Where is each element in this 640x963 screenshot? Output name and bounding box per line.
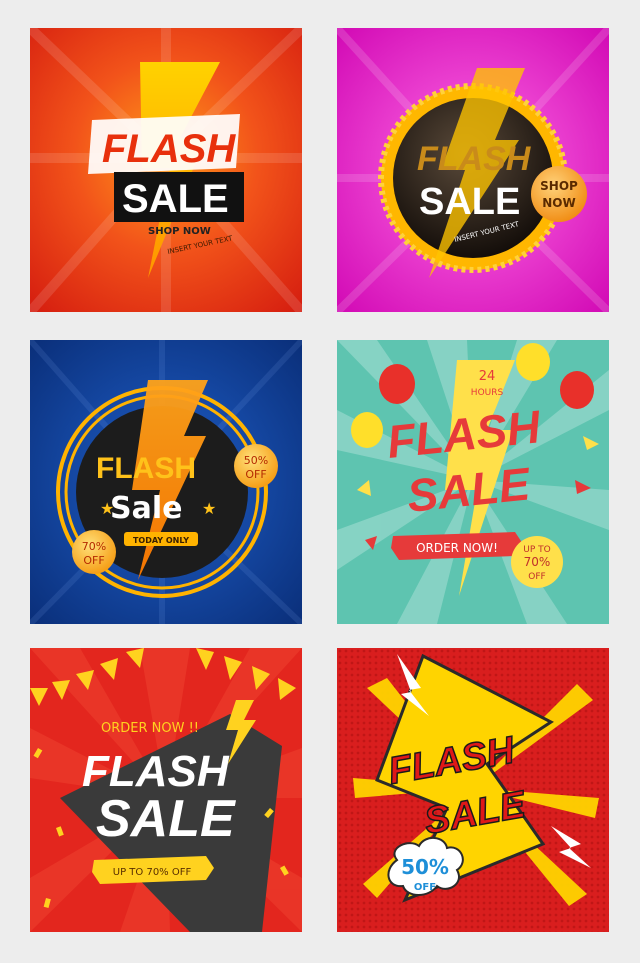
title-line-1: FLASH	[96, 452, 196, 485]
flash-sale-banner-6: FLASH SALE 50% OFF	[337, 648, 609, 932]
flash-sale-banner-4: 24 HOURS FLASH SALE ORDER NOW! UP TO 70%…	[337, 340, 609, 624]
title-line-2: Sale	[110, 491, 182, 526]
shop-now-badge[interactable]	[531, 166, 587, 222]
shop-now-link[interactable]: SHOP NOW	[148, 226, 211, 237]
shop-now-line-1: SHOP	[540, 179, 578, 193]
title-line-1: FLASH	[82, 747, 230, 796]
discount-badge-top-line-2: OFF	[245, 468, 266, 481]
hours-number: 24	[479, 369, 496, 384]
title-line-1: FLASH	[417, 140, 532, 178]
star-icon: ★	[100, 499, 114, 518]
hours-label: HOURS	[471, 388, 504, 398]
balloon-icon	[560, 371, 594, 409]
banner-2-artwork: FLASH SALE INSERT YOUR TEXT SHOP NOW	[337, 28, 609, 312]
discount-ribbon-label: UP TO 70% OFF	[113, 867, 192, 878]
shop-now-line-2: NOW	[542, 196, 575, 210]
discount-badge-bottom-line-2: OFF	[83, 554, 104, 567]
flash-sale-banner-1: FLASH SALE SHOP NOW INSERT YOUR TEXT	[30, 28, 302, 312]
order-now-label: ORDER NOW!	[416, 541, 498, 555]
discount-badge-line-2: 70%	[524, 555, 551, 569]
today-only-label: TODAY ONLY	[133, 536, 189, 545]
banner-1-artwork: FLASH SALE SHOP NOW INSERT YOUR TEXT	[30, 28, 302, 312]
discount-badge-line-3: OFF	[528, 572, 545, 582]
flash-sale-banner-3: FLASH Sale ★ ★ TODAY ONLY 50% OFF 70% OF…	[30, 340, 302, 624]
discount-badge-line-1: UP TO	[523, 545, 550, 555]
discount-badge-bottom-line-1: 70%	[82, 540, 106, 553]
speech-bubble-line-2: OFF	[414, 882, 436, 893]
title-line-2: SALE	[122, 177, 229, 221]
title-line-2: SALE	[419, 181, 520, 223]
banner-3-artwork: FLASH Sale ★ ★ TODAY ONLY 50% OFF 70% OF…	[30, 340, 302, 624]
speech-bubble-line-1: 50%	[401, 855, 449, 879]
banner-4-artwork: 24 HOURS FLASH SALE ORDER NOW! UP TO 70%…	[337, 340, 609, 624]
order-now-label[interactable]: ORDER NOW !!	[101, 721, 199, 736]
discount-badge-top-line-1: 50%	[244, 454, 268, 467]
balloon-icon	[516, 343, 550, 381]
title-line-2: SALE	[96, 790, 236, 848]
title-line-1: FLASH	[102, 127, 236, 171]
balloon-icon	[379, 364, 415, 404]
flash-sale-banner-2: FLASH SALE INSERT YOUR TEXT SHOP NOW	[337, 28, 609, 312]
balloon-icon	[351, 412, 383, 448]
banner-5-artwork: ORDER NOW !! FLASH SALE UP TO 70% OFF	[30, 648, 302, 932]
banner-6-artwork: FLASH SALE 50% OFF	[337, 648, 609, 932]
star-icon: ★	[202, 499, 216, 518]
flash-sale-banner-5: ORDER NOW !! FLASH SALE UP TO 70% OFF	[30, 648, 302, 932]
